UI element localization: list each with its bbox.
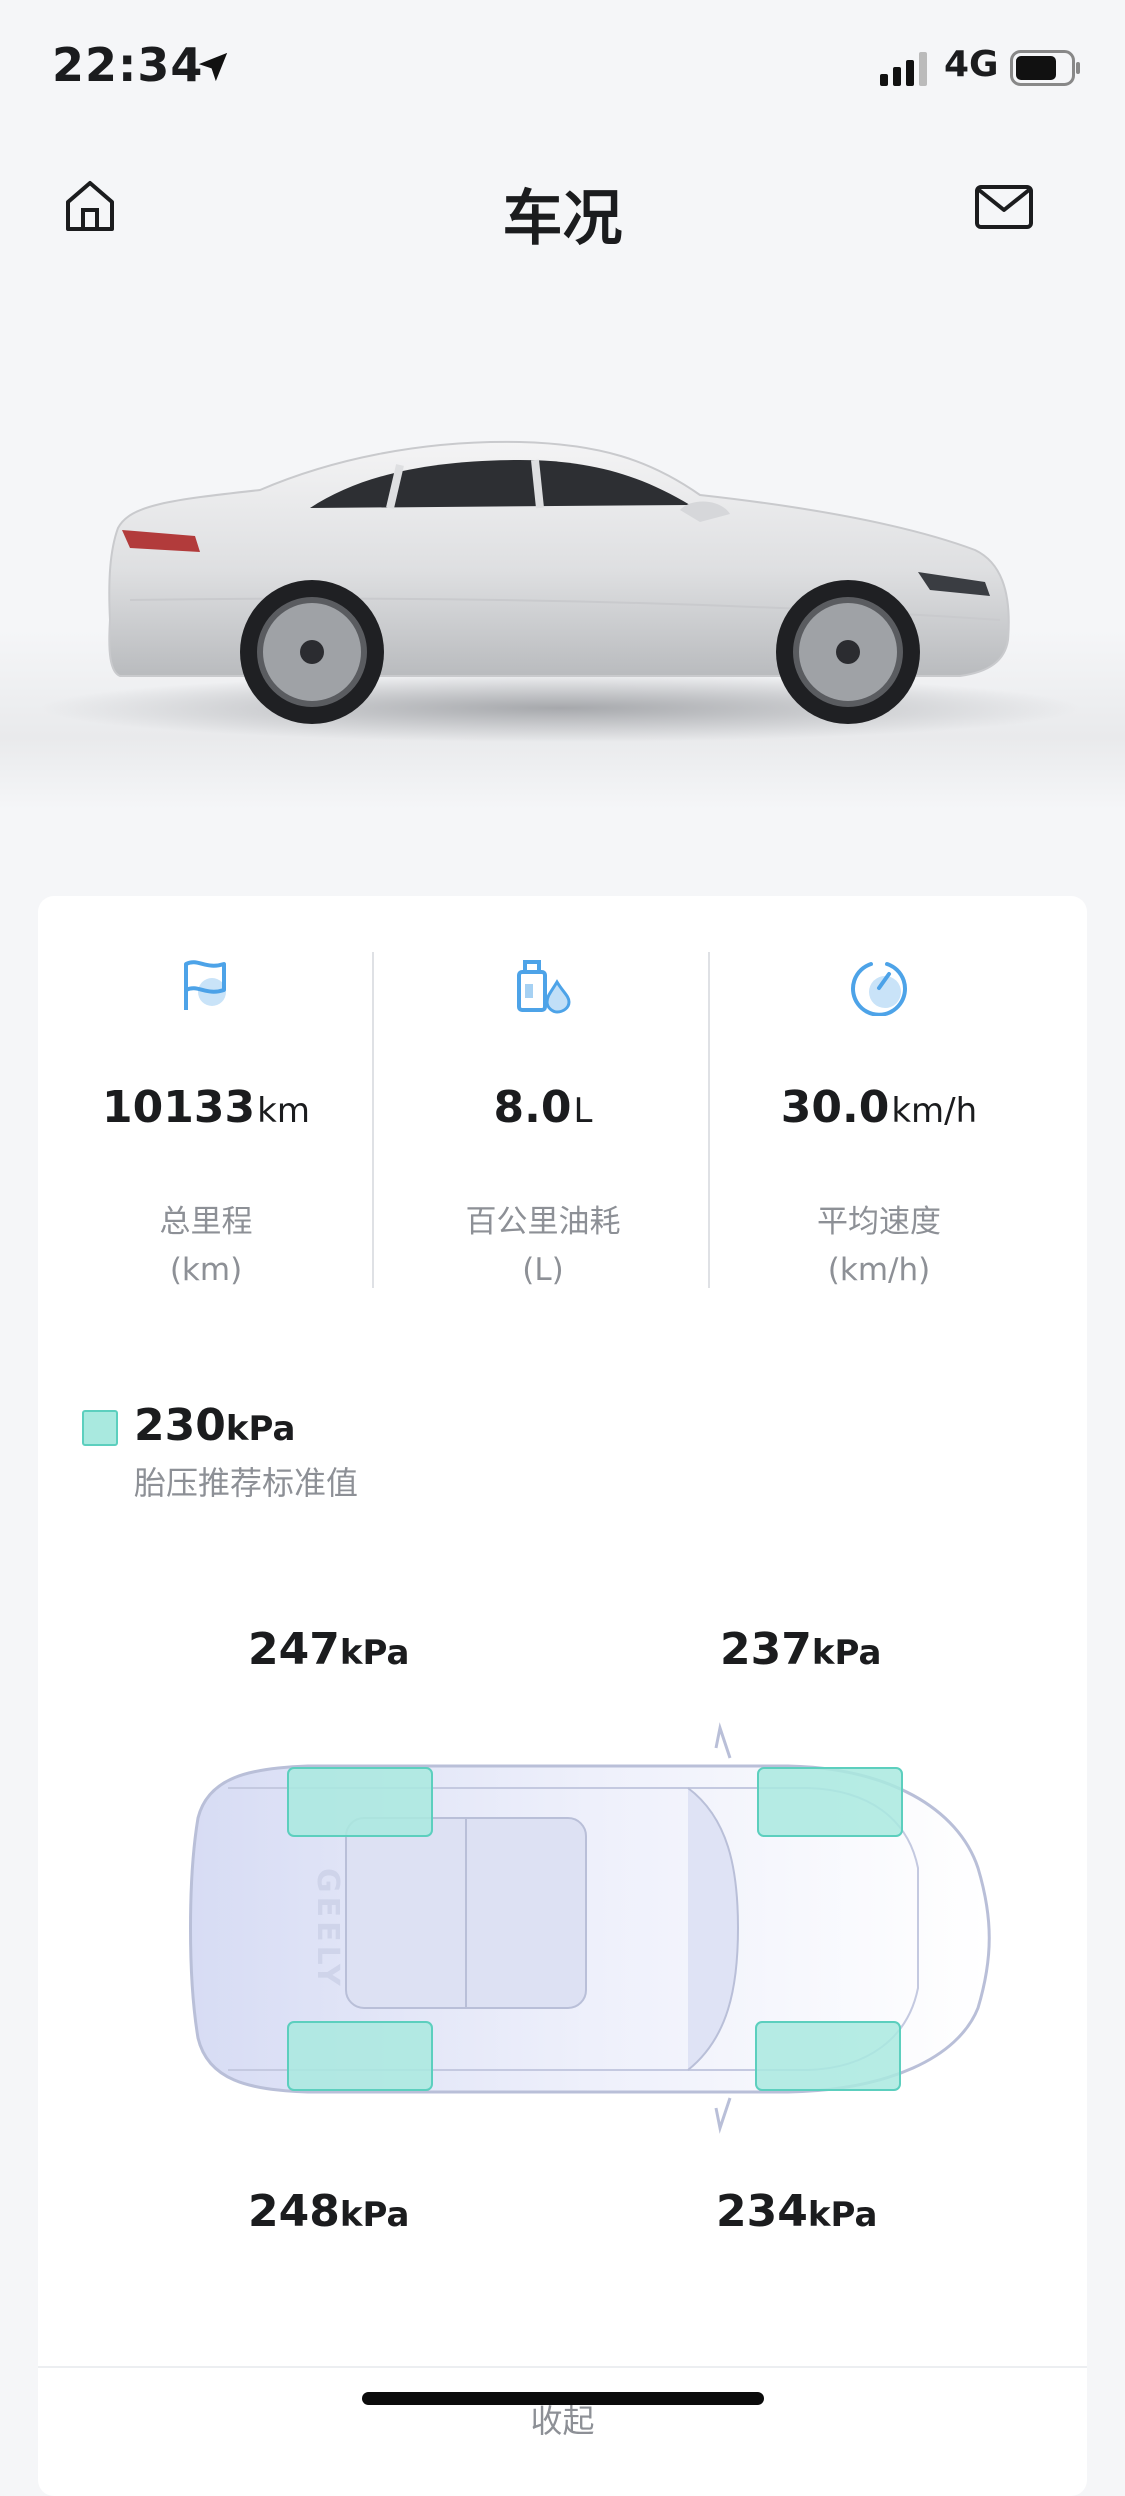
- tire-legend-swatch: [82, 1410, 118, 1446]
- speed-label: 平均速度 (km/h): [817, 1204, 941, 1288]
- car-brand-logo: GEELY: [310, 1868, 345, 1990]
- tire-pressure-front-right-bottom: 234kPa: [716, 2186, 878, 2237]
- page-title: 车况: [502, 184, 623, 254]
- speed-value: 30.0km/h: [780, 1082, 978, 1133]
- fuel-icon: [517, 960, 571, 1014]
- mileage-label: 总里程 (km): [159, 1204, 253, 1288]
- tire-pressure-rear-left-top: 247kPa: [248, 1624, 410, 1675]
- stat-divider: [708, 952, 710, 1288]
- car-top-view-diagram: GEELY: [189, 1722, 991, 2134]
- signal-icon: [880, 52, 927, 86]
- stat-divider: [372, 952, 374, 1288]
- tire-rear-left: [287, 1767, 433, 1837]
- tire-rear-right: [287, 2021, 433, 2091]
- recommended-pressure-value: 230kPa: [134, 1400, 296, 1451]
- location-arrow-icon: [198, 52, 228, 82]
- mail-icon[interactable]: [974, 184, 1034, 230]
- car-side-image: [0, 440, 1125, 810]
- fuel-value: 8.0L: [493, 1082, 593, 1133]
- tire-pressure-front-left-top: 237kPa: [720, 1624, 882, 1675]
- collapse-divider: [38, 2366, 1087, 2368]
- tire-front-left: [757, 1767, 903, 1837]
- fuel-label: 百公里油耗 (L): [465, 1204, 621, 1288]
- battery-icon: [1010, 50, 1080, 86]
- status-time: 22:34: [52, 38, 204, 92]
- stat-fuel-consumption: 8.0L 百公里油耗 (L): [375, 896, 711, 1288]
- tire-front-right: [755, 2021, 901, 2091]
- stat-average-speed: 30.0km/h 平均速度 (km/h): [711, 896, 1047, 1288]
- speedometer-icon: [851, 962, 907, 1016]
- mileage-value: 10133km: [102, 1082, 310, 1133]
- network-type: 4G: [944, 44, 999, 85]
- recommended-pressure-label: 胎压推荐标准值: [134, 1464, 359, 1502]
- flag-icon: [184, 960, 226, 1010]
- home-indicator[interactable]: [362, 2392, 764, 2405]
- stat-total-mileage: 10133km 总里程 (km): [38, 896, 374, 1288]
- vehicle-status-card: 10133km 总里程 (km) 8.0L 百公里油耗 (L) 30.0km/h…: [38, 896, 1087, 2496]
- tire-pressure-rear-right-bottom: 248kPa: [248, 2186, 410, 2237]
